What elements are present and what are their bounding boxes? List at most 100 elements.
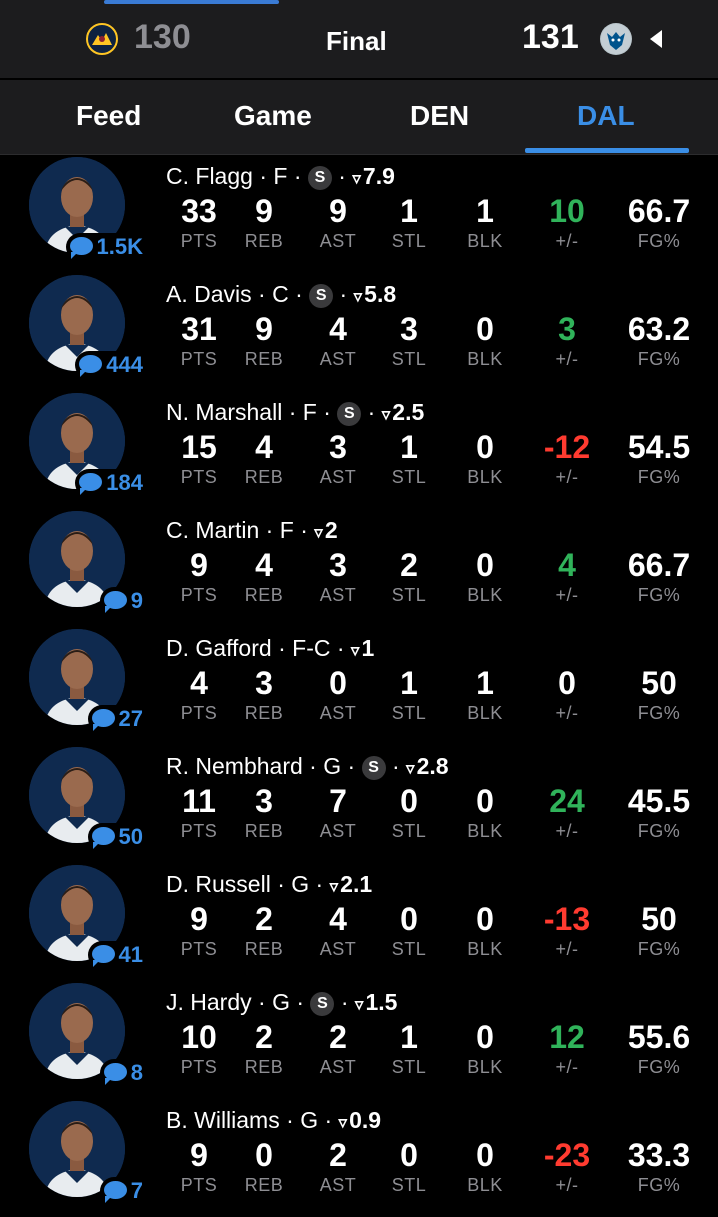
player-avatar[interactable]: 7 [29,1101,147,1205]
player-rating: ▿2.1 [330,871,373,897]
stat-fg-value: 50 [641,665,677,701]
stat-fg-value: 54.5 [627,429,691,465]
stat-pm: 0 +/- [536,665,598,725]
player-name: C. Flagg [166,163,253,189]
active-tab-indicator [525,148,689,153]
player-avatar[interactable]: 444 [29,275,147,379]
stat-pts: 15 PTS [168,429,230,489]
tab-dal[interactable]: DAL [577,100,635,132]
player-name: R. Nembhard [166,753,303,779]
player-avatar[interactable]: 8 [29,983,147,1087]
stat-fg-label: FG% [637,939,681,959]
comment-count-value: 7 [130,1178,143,1203]
tab-den[interactable]: DEN [410,100,469,132]
player-row[interactable]: 1.5K C. Flagg · F · S · ▿7.9 33 PTS 9 REB 9 AST… [0,155,718,273]
stat-reb: 2 REB [236,1019,292,1079]
stat-pm-label: +/- [555,939,579,959]
stat-fg-label: FG% [637,1175,681,1195]
comment-count[interactable]: 7 [99,1177,147,1205]
comment-count[interactable]: 9 [99,587,147,615]
stat-reb: 3 REB [236,783,292,843]
separator: · [309,871,330,897]
stat-blk: 0 BLK [456,1019,514,1079]
player-header: D. Gafford · F-C · ▿1 [166,635,374,662]
player-row[interactable]: 7 B. Williams · G · ▿0.9 9 PTS 0 REB 2 AST 0 STL 0… [0,1099,718,1217]
rating-value: 2.5 [392,399,425,425]
stat-ast-label: AST [319,349,357,369]
separator: · [287,163,308,189]
stat-stl-label: STL [391,231,427,251]
player-avatar[interactable]: 1.5K [29,157,147,261]
player-stats-list: 1.5K C. Flagg · F · S · ▿7.9 33 PTS 9 REB 9 AST… [0,155,718,1217]
tab-feed[interactable]: Feed [76,100,141,132]
stat-stl: 0 STL [380,901,438,961]
player-row[interactable]: 50 R. Nembhard · G · S · ▿2.8 11 PTS 3 REB 7 AS… [0,745,718,863]
stat-pm-value: -12 [543,429,591,465]
comment-count[interactable]: 27 [87,705,147,733]
stat-reb-label: REB [244,939,284,959]
player-avatar[interactable]: 184 [29,393,147,497]
stat-pts-value: 9 [190,547,208,583]
stat-pm-value: 24 [549,783,585,819]
player-row[interactable]: 444 A. Davis · C · S · ▿5.8 31 PTS 9 REB 4 AST 3… [0,273,718,391]
player-header: B. Williams · G · ▿0.9 [166,1107,381,1134]
stat-ast-value: 2 [329,1137,347,1173]
player-row[interactable]: 41 D. Russell · G · ▿2.1 9 PTS 2 REB 4 AST 0 STL 0… [0,863,718,981]
separator: · [361,399,382,425]
comment-count[interactable]: 444 [75,351,147,379]
chat-bubble-icon [91,945,115,968]
tab-bar: Feed Game DEN DAL [0,80,718,155]
comment-count[interactable]: 8 [99,1059,147,1087]
stat-ast: 4 AST [308,901,368,961]
player-avatar[interactable]: 41 [29,865,147,969]
stat-ast-value: 3 [329,547,347,583]
stat-stl: 1 STL [380,1019,438,1079]
chat-bubble-icon [69,237,93,260]
stat-blk: 0 BLK [456,783,514,843]
player-avatar[interactable]: 9 [29,511,147,615]
player-avatar[interactable]: 27 [29,629,147,733]
denver-logo-icon[interactable] [86,23,118,55]
stat-blk-value: 0 [476,1019,494,1055]
player-row[interactable]: 8 J. Hardy · G · S · ▿1.5 10 PTS 2 REB 2 AST 1 ST… [0,981,718,1099]
stat-pm: 4 +/- [536,547,598,607]
dallas-logo-icon[interactable] [600,23,632,55]
tab-game[interactable]: Game [234,100,312,132]
player-row[interactable]: 27 D. Gafford · F-C · ▿1 4 PTS 3 REB 0 AST 1 STL 1… [0,627,718,745]
comment-count[interactable]: 1.5K [65,233,147,261]
stat-ast-value: 2 [329,1019,347,1055]
stat-pts: 9 PTS [168,547,230,607]
player-header: A. Davis · C · S · ▿5.8 [166,281,396,308]
stat-ast-label: AST [319,231,357,251]
stat-stl-value: 3 [400,311,418,347]
stat-pts-label: PTS [180,349,218,369]
stat-ast-value: 4 [329,901,347,937]
stat-pts-label: PTS [180,585,218,605]
separator: · [385,753,407,779]
player-row[interactable]: 9 C. Martin · F · ▿2 9 PTS 4 REB 3 AST 2 STL 0 BLK 4… [0,509,718,627]
stat-reb-value: 4 [255,547,273,583]
stat-fg-label: FG% [637,231,681,251]
stat-fg: 45.5 FG% [612,783,706,843]
comment-count[interactable]: 41 [87,941,147,969]
player-header: C. Flagg · F · S · ▿7.9 [166,163,395,190]
separator: · [251,281,273,307]
comment-count[interactable]: 50 [87,823,147,851]
stat-pm-label: +/- [555,349,579,369]
stat-fg-value: 50 [641,901,677,937]
stat-reb-value: 0 [255,1137,273,1173]
starter-badge: S [309,284,334,308]
rating-icon: ▿ [314,523,323,542]
stat-pm-label: +/- [555,1175,579,1195]
player-rating: ▿1 [351,635,374,661]
player-rating: ▿2 [314,517,337,543]
stat-pts-value: 11 [182,783,216,819]
player-row[interactable]: 184 N. Marshall · F · S · ▿2.5 15 PTS 4 REB 3 A… [0,391,718,509]
comment-count[interactable]: 184 [75,469,147,497]
stat-pm: 12 +/- [536,1019,598,1079]
stat-reb-value: 9 [255,193,273,229]
rating-icon: ▿ [352,169,361,188]
stat-ast-label: AST [319,467,357,487]
stat-reb-value: 9 [255,311,273,347]
player-avatar[interactable]: 50 [29,747,147,851]
